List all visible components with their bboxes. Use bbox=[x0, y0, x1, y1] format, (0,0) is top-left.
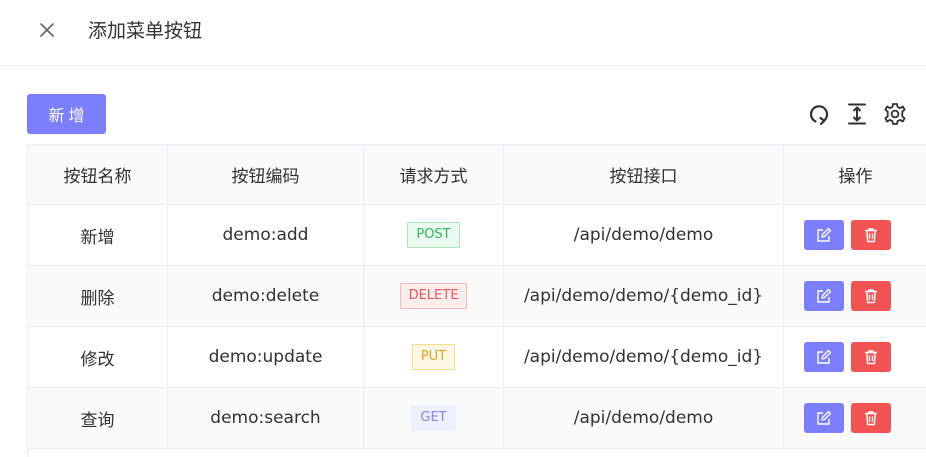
trash-icon bbox=[865, 411, 877, 426]
table-header: 按钮名称 按钮编码 请求方式 按钮接口 操作 bbox=[28, 145, 926, 205]
trash-icon bbox=[865, 350, 877, 365]
refresh-icon[interactable] bbox=[807, 102, 831, 126]
method-tag: DELETE bbox=[399, 283, 468, 309]
edit-button[interactable] bbox=[804, 403, 844, 433]
edit-icon bbox=[817, 349, 832, 364]
button-api: /api/demo/demo/{demo_id} bbox=[504, 266, 784, 326]
add-button[interactable]: 新增 bbox=[27, 94, 106, 134]
button-code: demo:search bbox=[168, 388, 364, 448]
column-header-code: 按钮编码 bbox=[168, 145, 364, 204]
buttons-table: 按钮名称 按钮编码 请求方式 按钮接口 操作 新增 demo:add POST … bbox=[27, 144, 926, 457]
method-tag: PUT bbox=[411, 344, 456, 370]
button-name: 修改 bbox=[28, 327, 168, 387]
button-code: demo:add bbox=[168, 205, 364, 265]
table-row: 查询 demo:search GET /api/demo/demo bbox=[28, 388, 926, 449]
method-tag: POST bbox=[407, 222, 460, 248]
settings-icon[interactable] bbox=[883, 102, 907, 126]
delete-button[interactable] bbox=[851, 220, 891, 250]
table-row: 修改 demo:update PUT /api/demo/demo/{demo_… bbox=[28, 327, 926, 388]
button-api: /api/demo/demo bbox=[504, 388, 784, 448]
edit-button[interactable] bbox=[804, 281, 844, 311]
column-header-method: 请求方式 bbox=[364, 145, 504, 204]
button-name: 删除 bbox=[28, 266, 168, 326]
button-code: demo:update bbox=[168, 327, 364, 387]
edit-button[interactable] bbox=[804, 342, 844, 372]
dialog-header: 添加菜单按钮 bbox=[0, 0, 926, 66]
column-header-api: 按钮接口 bbox=[504, 145, 784, 204]
edit-icon bbox=[817, 288, 832, 303]
edit-icon bbox=[817, 227, 832, 242]
button-api: /api/demo/demo bbox=[504, 205, 784, 265]
method-tag: GET bbox=[411, 405, 456, 431]
column-height-icon[interactable] bbox=[845, 102, 869, 126]
edit-button[interactable] bbox=[804, 220, 844, 250]
delete-button[interactable] bbox=[851, 281, 891, 311]
dialog-title: 添加菜单按钮 bbox=[88, 20, 203, 42]
button-code: demo:delete bbox=[168, 266, 364, 326]
table-row: 新增 demo:add POST /api/demo/demo bbox=[28, 205, 926, 266]
button-name: 查询 bbox=[28, 388, 168, 448]
close-icon[interactable] bbox=[36, 19, 58, 41]
delete-button[interactable] bbox=[851, 403, 891, 433]
trash-icon bbox=[865, 228, 877, 243]
column-header-actions: 操作 bbox=[838, 167, 873, 187]
column-header-name: 按钮名称 bbox=[28, 145, 168, 204]
button-name: 新增 bbox=[28, 205, 168, 265]
trash-icon bbox=[865, 289, 877, 304]
edit-icon bbox=[817, 410, 832, 425]
table-row: 删除 demo:delete DELETE /api/demo/demo/{de… bbox=[28, 266, 926, 327]
button-api: /api/demo/demo/{demo_id} bbox=[504, 327, 784, 387]
delete-button[interactable] bbox=[851, 342, 891, 372]
